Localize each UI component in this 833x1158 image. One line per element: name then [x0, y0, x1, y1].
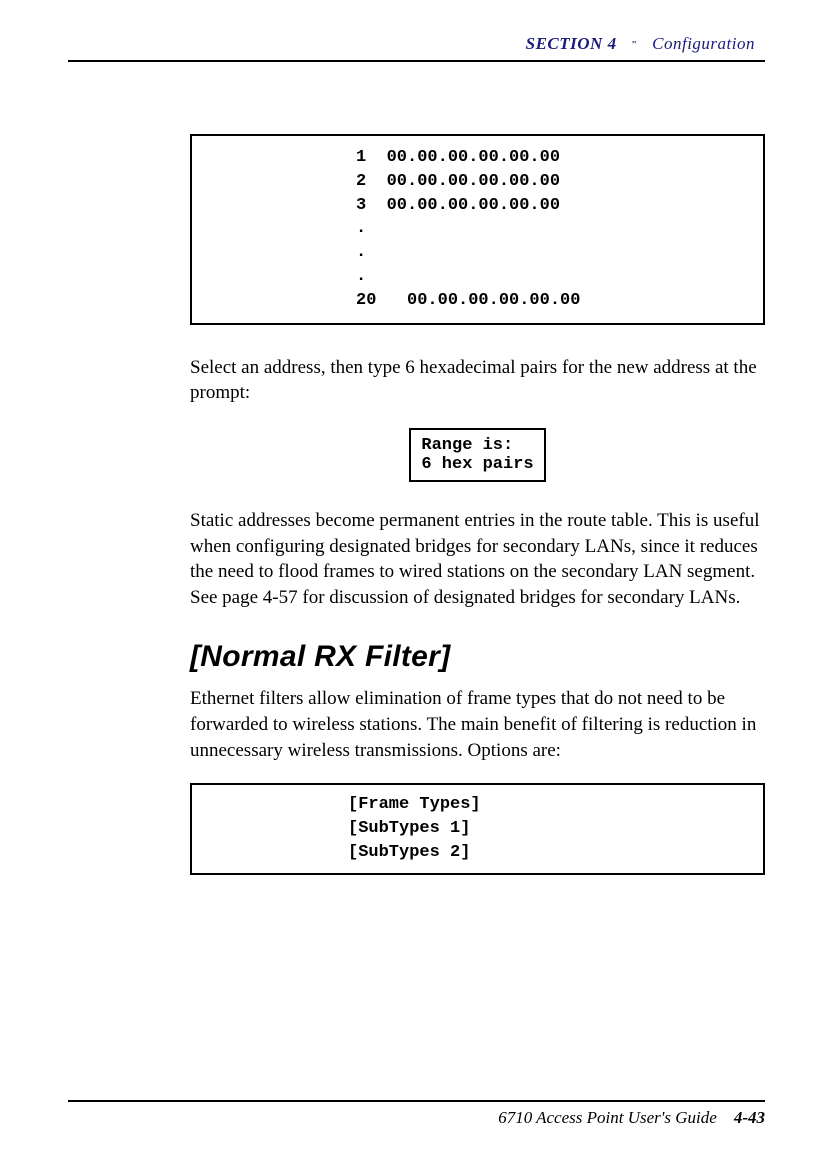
range-box: Range is: 6 hex pairs	[409, 428, 545, 482]
page-header: SECTION 4 " Configuration	[68, 34, 765, 54]
heading-normal-rx-filter: [Normal RX Filter]	[190, 640, 765, 674]
header-rule	[68, 60, 765, 62]
address-row: 2 00.00.00.00.00.00	[356, 172, 560, 191]
option-item: [Frame Types]	[348, 795, 481, 814]
address-row: 1 00.00.00.00.00.00	[356, 148, 560, 167]
footer-guide-title: 6710 Access Point User's Guide	[498, 1108, 717, 1127]
range-box-wrap: Range is: 6 hex pairs	[190, 428, 765, 482]
address-row: .	[356, 219, 366, 238]
paragraph-select-address: Select an address, then type 6 hexadecim…	[190, 355, 765, 406]
options-box: [Frame Types] [SubTypes 1] [SubTypes 2]	[190, 783, 765, 874]
address-row: .	[356, 243, 366, 262]
footer-rule	[68, 1100, 765, 1102]
content-area: 1 00.00.00.00.00.00 2 00.00.00.00.00.00 …	[190, 134, 765, 875]
section-label: SECTION 4	[526, 34, 617, 53]
address-row: 3 00.00.00.00.00.00	[356, 196, 560, 215]
address-row: 20 00.00.00.00.00.00	[356, 291, 580, 310]
page-footer: 6710 Access Point User's Guide 4-43	[68, 1100, 765, 1128]
paragraph-static-addresses: Static addresses become permanent entrie…	[190, 508, 765, 611]
option-item: [SubTypes 1]	[348, 819, 470, 838]
section-title: Configuration	[652, 34, 755, 53]
option-item: [SubTypes 2]	[348, 843, 470, 862]
header-separator-icon: "	[631, 40, 637, 51]
page-number: 4-43	[734, 1108, 765, 1127]
address-row: .	[356, 267, 366, 286]
address-list-box: 1 00.00.00.00.00.00 2 00.00.00.00.00.00 …	[190, 134, 765, 325]
paragraph-ethernet-filters: Ethernet filters allow elimination of fr…	[190, 686, 765, 763]
